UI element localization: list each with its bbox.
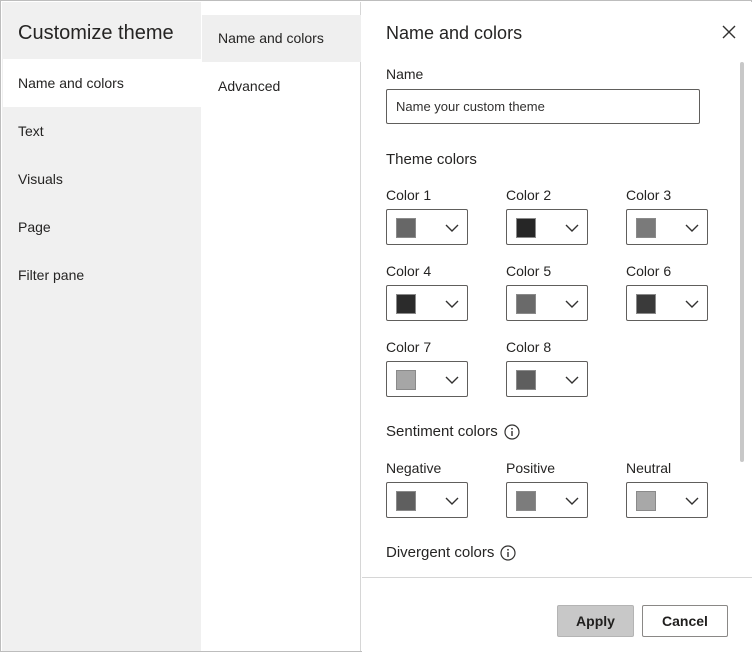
chevron-down-icon: [565, 497, 579, 505]
color-3-picker[interactable]: [626, 209, 708, 245]
positive-label: Positive: [506, 460, 556, 476]
chevron-down-icon: [685, 497, 699, 505]
theme-colors-heading: Theme colors: [386, 151, 477, 168]
color-6-picker[interactable]: [626, 285, 708, 321]
chevron-down-icon: [445, 497, 459, 505]
nav-item-visuals[interactable]: Visuals: [3, 155, 201, 203]
color-7-label: Color 7: [386, 339, 432, 355]
neutral-color-picker[interactable]: [626, 482, 708, 518]
color-1-picker[interactable]: [386, 209, 468, 245]
chevron-down-icon: [565, 224, 579, 232]
chevron-down-icon: [685, 224, 699, 232]
main-panel: Name and colors Name Theme colors Color …: [362, 2, 752, 577]
customize-theme-dialog: Customize theme Name and colors Text Vis…: [0, 0, 752, 652]
nav-item-filter-pane[interactable]: Filter pane: [3, 251, 201, 299]
theme-name-input[interactable]: [386, 89, 700, 124]
neutral-label: Neutral: [626, 460, 672, 476]
negative-label: Negative: [386, 460, 442, 476]
color-swatch: [396, 294, 416, 314]
nav-item-page[interactable]: Page: [3, 203, 201, 251]
negative-color-picker[interactable]: [386, 482, 468, 518]
color-2-picker[interactable]: [506, 209, 588, 245]
close-icon[interactable]: [719, 22, 739, 42]
color-4-label: Color 4: [386, 263, 432, 279]
color-4-picker[interactable]: [386, 285, 468, 321]
color-1-label: Color 1: [386, 187, 432, 203]
color-swatch: [396, 491, 416, 511]
nav-item-name-and-colors[interactable]: Name and colors: [3, 59, 201, 107]
sub-nav: Name and colors Advanced: [201, 2, 361, 651]
color-5-label: Color 5: [506, 263, 552, 279]
dialog-footer: Apply Cancel: [362, 577, 752, 652]
dialog-title: Customize theme: [18, 22, 174, 44]
chevron-down-icon: [445, 224, 459, 232]
cancel-button[interactable]: Cancel: [642, 605, 728, 637]
apply-button[interactable]: Apply: [557, 605, 634, 637]
color-2-label: Color 2: [506, 187, 552, 203]
chevron-down-icon: [445, 300, 459, 308]
positive-color-picker[interactable]: [506, 482, 588, 518]
chevron-down-icon: [445, 376, 459, 384]
chevron-down-icon: [565, 300, 579, 308]
name-label: Name: [386, 66, 424, 82]
color-swatch: [516, 218, 536, 238]
divergent-colors-heading: Divergent colors: [386, 544, 516, 561]
sub-nav-item-name-and-colors[interactable]: Name and colors: [202, 15, 361, 62]
panel-title: Name and colors: [386, 23, 523, 43]
left-nav: Customize theme Name and colors Text Vis…: [2, 2, 201, 651]
color-8-picker[interactable]: [506, 361, 588, 397]
color-swatch: [636, 218, 656, 238]
chevron-down-icon: [565, 376, 579, 384]
nav-item-text[interactable]: Text: [3, 107, 201, 155]
chevron-down-icon: [685, 300, 699, 308]
info-icon[interactable]: [504, 423, 520, 440]
sub-nav-item-advanced[interactable]: Advanced: [202, 63, 361, 110]
vertical-scrollbar[interactable]: [740, 62, 744, 462]
color-swatch: [516, 370, 536, 390]
color-5-picker[interactable]: [506, 285, 588, 321]
info-icon[interactable]: [500, 544, 516, 561]
color-7-picker[interactable]: [386, 361, 468, 397]
color-swatch: [396, 370, 416, 390]
color-swatch: [636, 294, 656, 314]
color-3-label: Color 3: [626, 187, 672, 203]
color-swatch: [636, 491, 656, 511]
color-8-label: Color 8: [506, 339, 552, 355]
sentiment-colors-heading: Sentiment colors: [386, 423, 520, 440]
color-swatch: [396, 218, 416, 238]
color-swatch: [516, 491, 536, 511]
color-swatch: [516, 294, 536, 314]
color-6-label: Color 6: [626, 263, 672, 279]
